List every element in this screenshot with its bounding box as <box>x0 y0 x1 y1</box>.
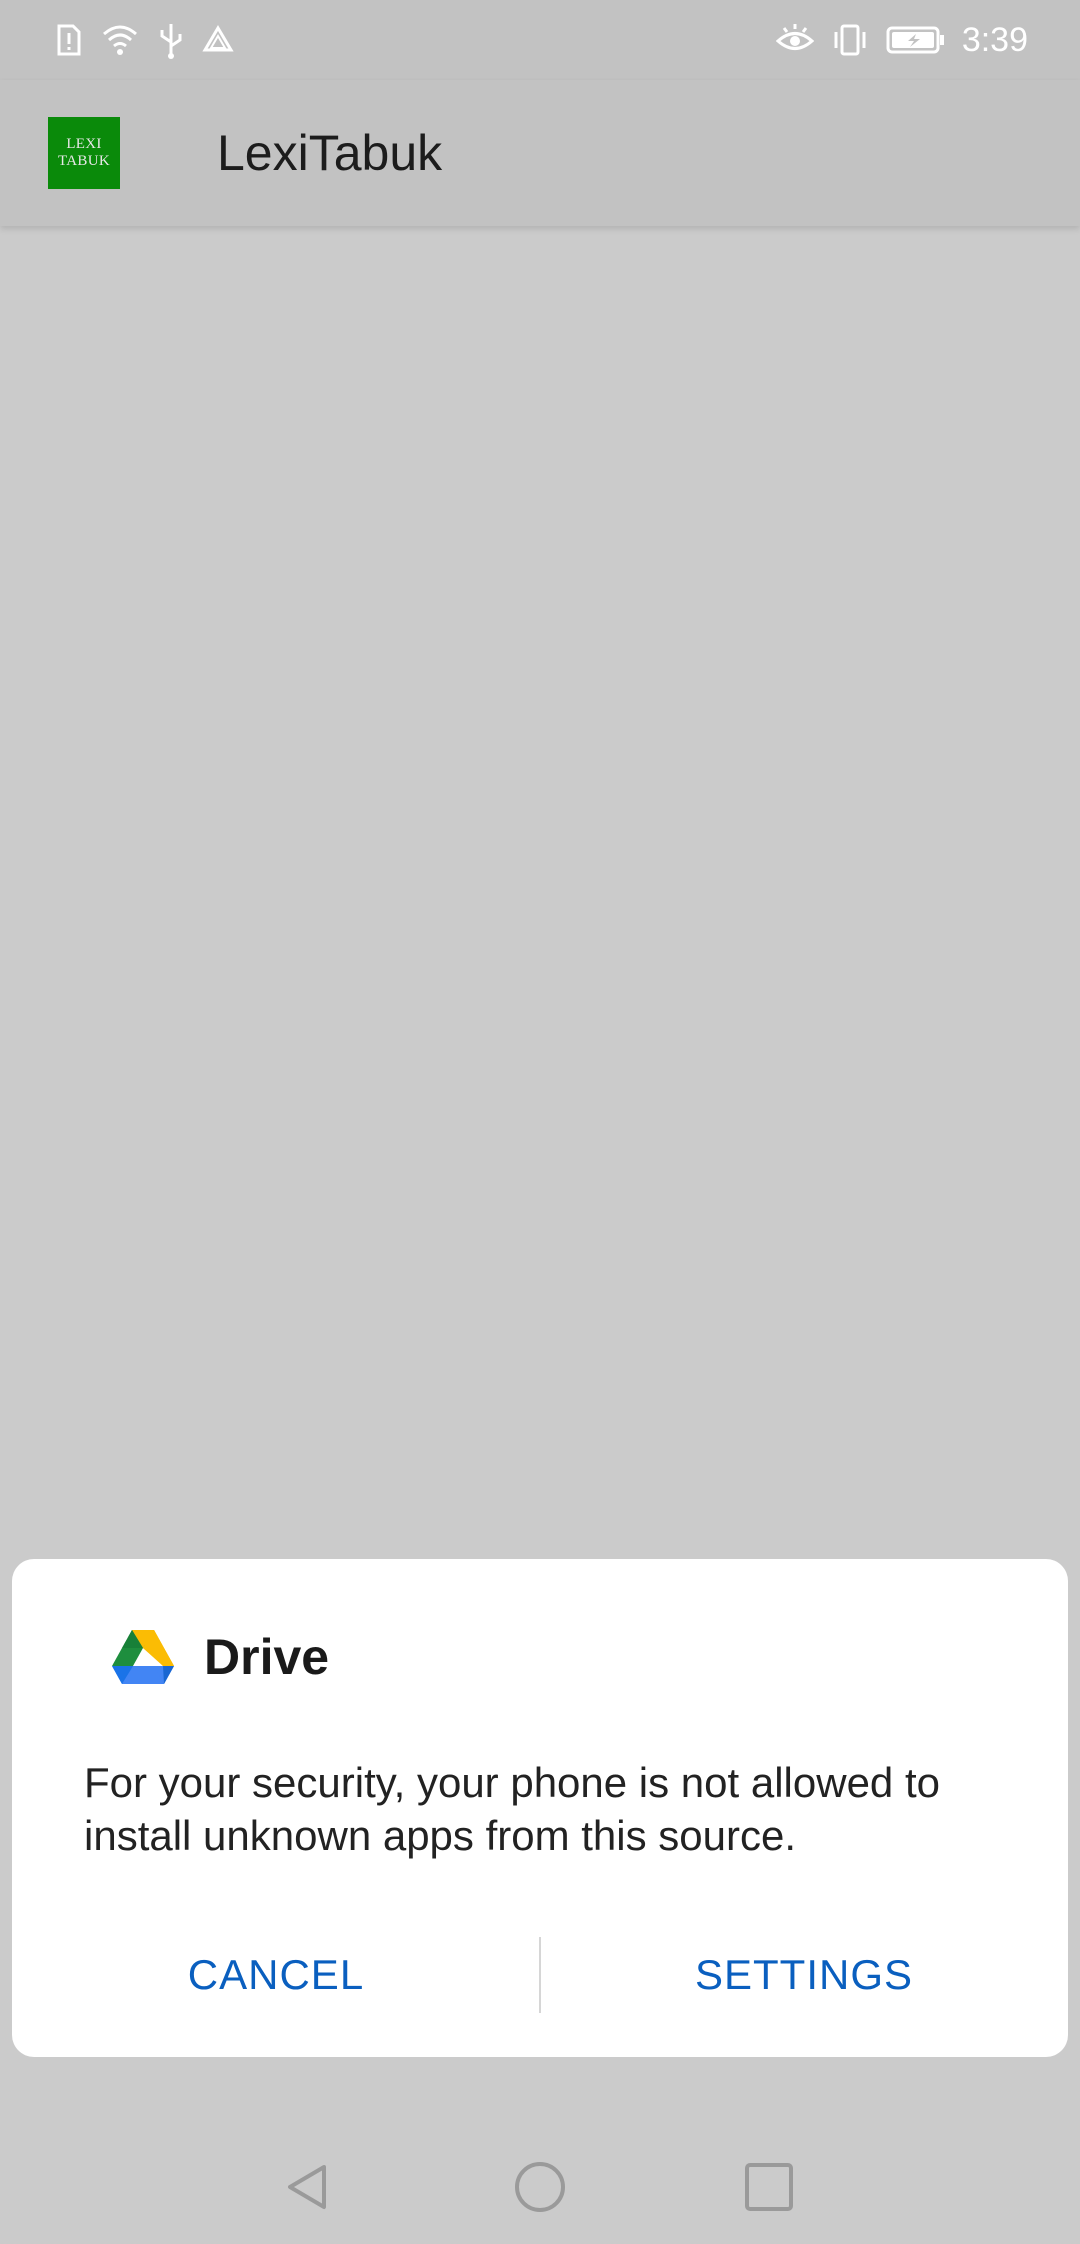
wifi-icon <box>100 20 140 60</box>
vibrate-icon <box>830 20 870 60</box>
dialog-message: For your security, your phone is not all… <box>84 1759 940 1859</box>
settings-button[interactable]: SETTINGS <box>540 1937 1068 2013</box>
install-blocked-dialog: Drive For your security, your phone is n… <box>12 1559 1068 2057</box>
sim-alert-icon <box>56 20 82 60</box>
app-logo: LEXI TABUK <box>48 117 120 189</box>
dialog-title: Drive <box>204 1629 330 1685</box>
status-clock: 3:39 <box>961 20 1028 59</box>
dialog-header: Drive <box>102 1617 329 1697</box>
app-logo-line2: TABUK <box>58 153 110 169</box>
google-drive-icon <box>102 1616 184 1698</box>
status-left-icons <box>56 20 234 60</box>
drive-notification-icon <box>202 20 234 60</box>
app-title: LexiTabuk <box>217 125 443 181</box>
battery-charging-icon <box>886 20 946 60</box>
status-bar: 3:39 <box>0 0 1080 80</box>
navigation-bar <box>0 2130 1080 2244</box>
back-icon[interactable] <box>273 2152 343 2222</box>
app-logo-line1: LEXI <box>66 136 102 152</box>
status-right-icons: 3:39 <box>775 20 1028 60</box>
app-bar: LEXI TABUK LexiTabuk <box>0 80 1080 226</box>
recents-icon[interactable] <box>734 2152 804 2222</box>
home-icon[interactable] <box>505 2152 575 2222</box>
cancel-button[interactable]: CANCEL <box>12 1937 540 2013</box>
eye-comfort-icon <box>775 20 815 60</box>
dialog-scrim[interactable] <box>0 226 1080 1560</box>
dialog-actions: CANCEL SETTINGS <box>12 1937 1068 2013</box>
usb-icon <box>158 20 184 60</box>
